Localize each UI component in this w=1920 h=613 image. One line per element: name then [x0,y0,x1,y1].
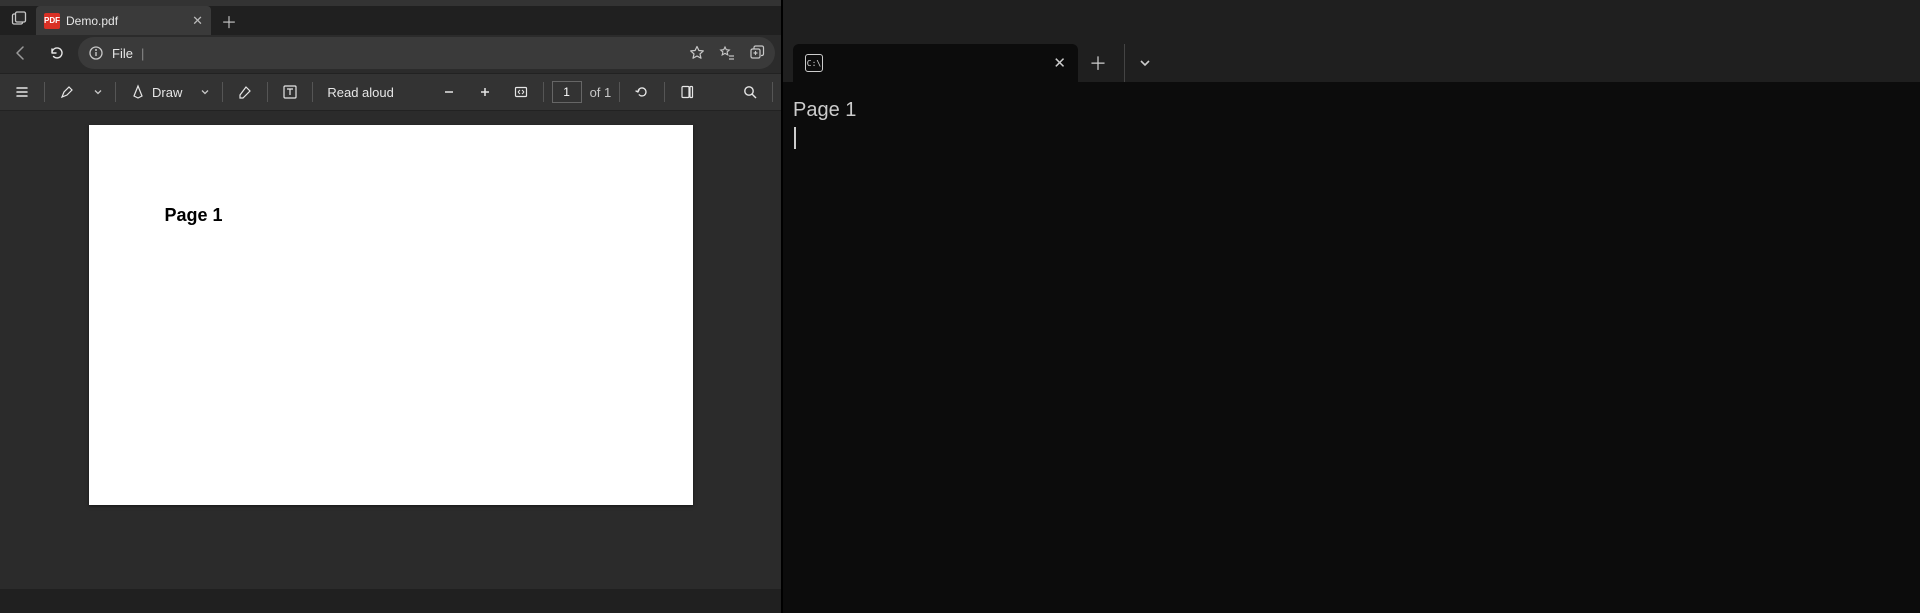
zoom-out-button[interactable] [435,78,463,106]
contents-button[interactable] [8,78,36,106]
browser-tab-strip: PDF Demo.pdf ✕ ＋ [0,0,781,35]
collections-button[interactable] [749,45,765,61]
terminal-tab-close[interactable]: ✕ [1053,54,1066,72]
tab-title: Demo.pdf [66,14,186,28]
arrow-left-icon [13,45,29,61]
terminal-tab-strip: C:\ ✕ ＋ [783,42,1920,82]
draw-label: Draw [152,85,182,100]
favorites-list-button[interactable] [719,45,735,61]
eraser-icon [237,84,253,100]
address-divider: | [141,46,144,61]
tab-actions-button[interactable] [6,6,32,32]
text-button[interactable] [276,78,304,106]
fit-icon [513,84,529,100]
terminal-body[interactable]: Page 1 [783,82,1920,613]
terminal-new-tab[interactable]: ＋ [1078,44,1118,82]
erase-button[interactable] [231,78,259,106]
terminal-cursor [794,127,796,149]
separator [115,82,116,102]
refresh-button[interactable] [42,38,72,68]
terminal-tab-dropdown[interactable] [1124,44,1164,82]
page-number-input[interactable] [552,81,582,103]
chevron-down-icon [93,87,103,97]
browser-window: PDF Demo.pdf ✕ ＋ File | [0,0,783,613]
cmd-icon: C:\ [805,54,823,72]
pdf-page: Page 1 [89,125,693,505]
pen-icon [130,84,146,100]
browser-tab[interactable]: PDF Demo.pdf ✕ [36,6,211,35]
separator [222,82,223,102]
browser-nav-bar: File | [0,35,781,73]
highlight-dropdown[interactable] [89,78,107,106]
search-button[interactable] [736,78,764,106]
terminal-tab[interactable]: C:\ ✕ [793,44,1078,82]
draw-button[interactable]: Draw [124,78,188,106]
rotate-icon [634,84,650,100]
page-view-button[interactable] [673,78,701,106]
collections-icon [749,45,765,61]
browser-footer [0,589,781,613]
rotate-button[interactable] [628,78,656,106]
separator [267,82,268,102]
fit-button[interactable] [507,78,535,106]
favorite-button[interactable] [689,45,705,61]
star-list-icon [719,45,735,61]
address-scheme: File [112,46,133,61]
terminal-window: C:\ ✕ ＋ Page 1 [783,0,1920,613]
terminal-output: Page 1 [793,99,856,121]
chevron-down-icon [200,87,210,97]
highlighter-icon [59,84,75,100]
minus-icon [442,85,456,99]
pdf-viewport[interactable]: Page 1 [0,111,781,589]
new-tab-button[interactable]: ＋ [215,7,243,35]
terminal-titlebar[interactable] [783,0,1920,42]
separator [772,82,773,102]
separator [619,82,620,102]
separator [543,82,544,102]
page-view-icon [679,84,695,100]
zoom-in-button[interactable] [471,78,499,106]
page-total: of 1 [590,85,612,100]
address-actions [689,45,765,61]
separator [44,82,45,102]
chevron-down-icon [1138,56,1152,70]
tab-close-button[interactable]: ✕ [192,13,203,29]
star-icon [689,45,705,61]
list-icon [14,84,30,100]
back-button[interactable] [6,38,36,68]
pdf-page-content: Page 1 [165,205,617,226]
plus-icon [478,85,492,99]
separator [664,82,665,102]
highlight-button[interactable] [53,78,81,106]
pdf-favicon: PDF [44,13,60,29]
read-aloud-button[interactable]: Read aloud [321,78,400,106]
read-aloud-label: Read aloud [327,85,394,100]
address-bar[interactable]: File | [78,37,775,69]
text-icon [282,84,298,100]
refresh-icon [49,45,65,61]
search-icon [742,84,758,100]
tabs-icon [11,11,27,27]
separator [312,82,313,102]
draw-dropdown[interactable] [196,78,214,106]
pdf-toolbar: Draw Read aloud of 1 [0,73,781,111]
info-icon [88,45,104,61]
